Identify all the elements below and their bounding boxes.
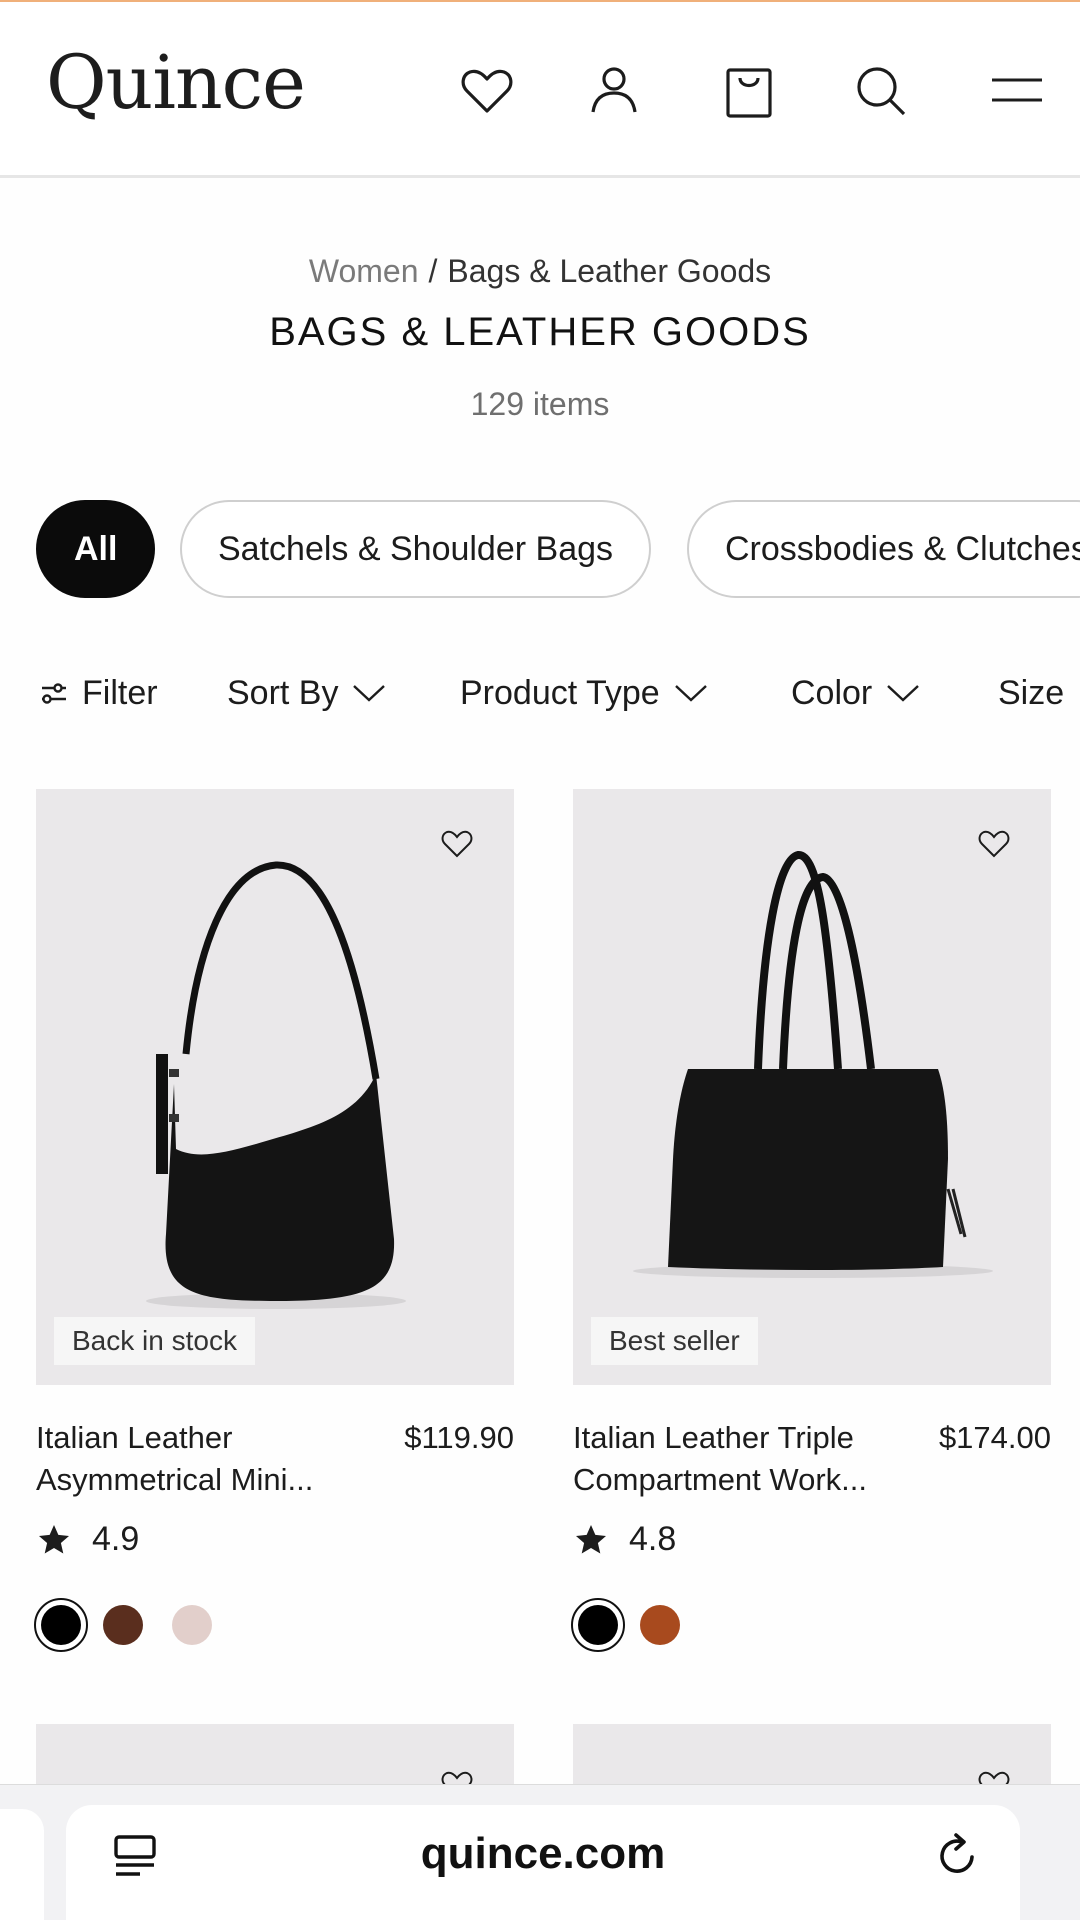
address-bar[interactable]: quince.com <box>66 1805 1020 1920</box>
product-image[interactable]: Back in stock <box>36 789 514 1385</box>
size-label: Size <box>998 674 1065 712</box>
chevron-down-icon <box>887 685 920 702</box>
filter-button[interactable]: Filter <box>40 668 158 718</box>
filter-sliders-icon <box>42 683 66 704</box>
breadcrumb-current: Bags & Leather Goods <box>447 253 772 289</box>
wishlist-heart-icon[interactable] <box>458 62 516 120</box>
item-count: 129 items <box>470 386 610 422</box>
color-swatches <box>571 1598 709 1652</box>
status-badge: Best seller <box>591 1317 758 1365</box>
rating-value: 4.9 <box>92 1520 140 1558</box>
chevron-down-icon <box>674 685 707 702</box>
filter-bar: Filter Sort By Product Type Color Size <box>0 668 1080 718</box>
product-rating: 4.8 <box>573 1520 676 1559</box>
chevron-down-icon <box>353 685 386 702</box>
product-name[interactable]: Italian Leather Triple Compartment Work.… <box>573 1417 893 1501</box>
filter-label: Filter <box>82 674 158 712</box>
shopping-bag-icon[interactable] <box>720 62 778 120</box>
breadcrumb-women-link[interactable]: Women <box>309 253 419 289</box>
menu-icon[interactable] <box>988 62 1046 120</box>
search-icon[interactable] <box>852 62 910 120</box>
sort-by-dropdown[interactable]: Sort By <box>227 668 386 718</box>
account-icon[interactable] <box>585 62 643 120</box>
rating-value: 4.8 <box>629 1520 677 1558</box>
product-price: $174.00 <box>938 1420 1051 1455</box>
product-image[interactable] <box>36 1724 514 1799</box>
color-label: Color <box>791 674 873 712</box>
previous-tab[interactable] <box>0 1809 44 1920</box>
sort-by-label: Sort By <box>227 674 339 712</box>
star-icon <box>39 1524 69 1553</box>
site-header: Quince <box>0 2 1080 178</box>
url-text[interactable]: quince.com <box>66 1829 1020 1879</box>
category-chips: All Satchels & Shoulder Bags Crossbodies… <box>36 500 1080 598</box>
browser-toolbar: quince.com <box>0 1784 1080 1920</box>
wishlist-heart-icon[interactable] <box>440 827 474 861</box>
chip-all[interactable]: All <box>36 500 156 598</box>
chip-crossbodies-clutches[interactable]: Crossbodies & Clutches <box>687 500 1080 598</box>
color-dropdown[interactable]: Color <box>791 668 920 718</box>
swatch-rust[interactable] <box>640 1605 680 1645</box>
page-title: BAGS & LEATHER GOODS <box>269 310 811 354</box>
shoulder-bag-image <box>146 861 406 1309</box>
breadcrumb-separator: / <box>428 253 438 289</box>
product-type-dropdown[interactable]: Product Type <box>460 668 708 718</box>
product-rating: 4.9 <box>36 1520 139 1559</box>
status-badge: Back in stock <box>54 1317 255 1365</box>
swatch-brown[interactable] <box>103 1605 143 1645</box>
product-name[interactable]: Italian Leather Asymmetrical Mini... <box>36 1417 356 1501</box>
tote-bag-image <box>633 851 993 1278</box>
wishlist-heart-icon[interactable] <box>977 827 1011 861</box>
product-type-label: Product Type <box>460 674 660 712</box>
swatch-blush[interactable] <box>172 1605 212 1645</box>
swatch-black[interactable] <box>571 1598 625 1652</box>
star-icon <box>576 1524 606 1553</box>
chip-satchels-shoulder-bags[interactable]: Satchels & Shoulder Bags <box>180 500 652 598</box>
product-image[interactable]: Best seller <box>573 789 1051 1385</box>
breadcrumb: Women / Bags & Leather Goods <box>0 253 1080 290</box>
product-image[interactable] <box>573 1724 1051 1799</box>
size-dropdown[interactable]: Size <box>998 668 1064 718</box>
color-swatches <box>34 1598 241 1652</box>
swatch-black[interactable] <box>34 1598 88 1652</box>
product-price: $119.90 <box>404 1420 514 1455</box>
reload-icon[interactable] <box>932 1831 982 1881</box>
logo[interactable]: Quince <box>46 40 306 126</box>
